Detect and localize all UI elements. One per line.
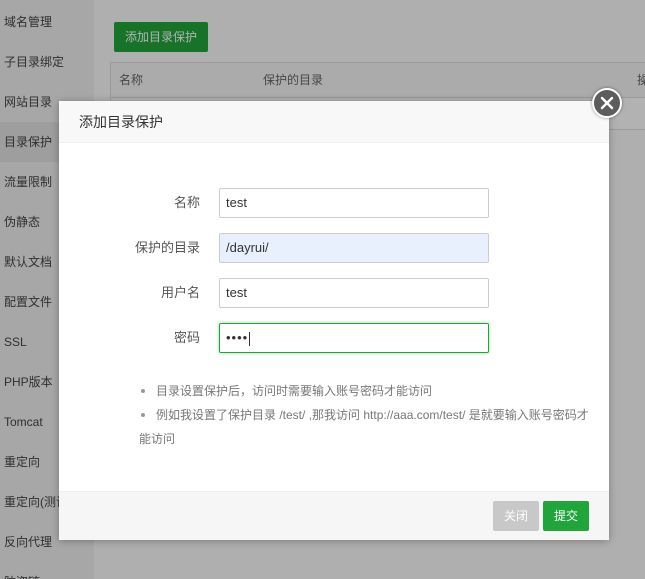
username-input[interactable]: test (219, 278, 489, 308)
name-label: 名称 (173, 195, 200, 210)
dialog-title: 添加目录保护 (59, 101, 609, 143)
tip-item: 例如我设置了保护目录 /test/ ,那我访问 http://aaa.com/t… (139, 403, 594, 451)
password-row: 密码 •••• (59, 323, 609, 353)
tip-text: 例如我设置了保护目录 /test/ ,那我访问 http://aaa.com/t… (139, 408, 589, 446)
submit-button[interactable]: 提交 (543, 501, 589, 531)
bullet-icon (141, 413, 145, 417)
add-dir-protect-dialog: 添加目录保护 名称 test 保护的目录 /dayrui/ 用户名 test 密… (59, 88, 622, 540)
username-row: 用户名 test (59, 278, 609, 308)
tip-text: 目录设置保护后，访问时需要输入账号密码才能访问 (156, 384, 433, 398)
bullet-icon (141, 389, 145, 393)
close-button[interactable] (592, 88, 622, 118)
password-input[interactable]: •••• (219, 323, 489, 353)
username-label: 用户名 (160, 285, 200, 300)
tip-item: 目录设置保护后，访问时需要输入账号密码才能访问 (139, 379, 594, 403)
close-icon (600, 96, 614, 110)
tips-list: 目录设置保护后，访问时需要输入账号密码才能访问 例如我设置了保护目录 /test… (139, 379, 594, 451)
password-value: •••• (226, 330, 249, 345)
close-dialog-button[interactable]: 关闭 (493, 501, 539, 531)
name-row: 名称 test (59, 188, 609, 218)
dir-input[interactable]: /dayrui/ (219, 233, 489, 263)
dialog-footer: 关闭 提交 (59, 491, 609, 540)
text-caret (249, 331, 251, 346)
name-input[interactable]: test (219, 188, 489, 218)
password-label: 密码 (173, 330, 200, 345)
dir-row: 保护的目录 /dayrui/ (59, 233, 609, 263)
dir-label: 保护的目录 (134, 240, 200, 255)
